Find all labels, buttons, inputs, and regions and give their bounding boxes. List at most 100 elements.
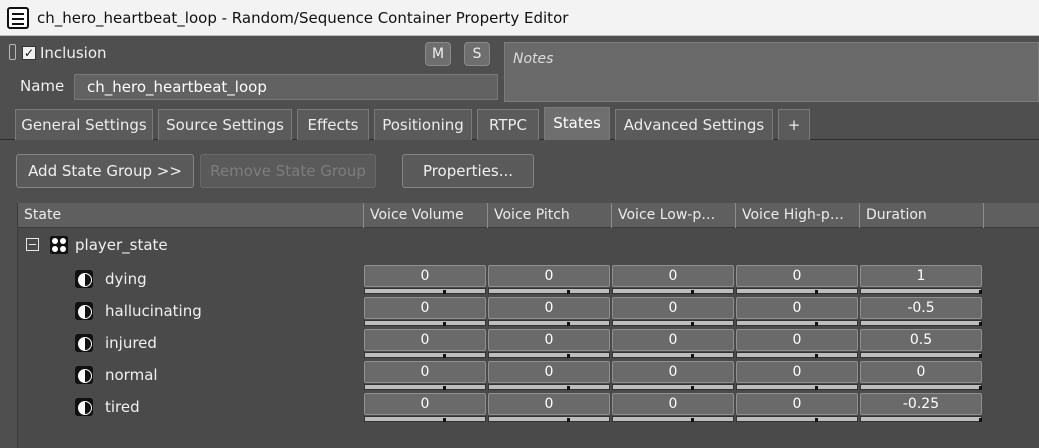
state-row[interactable]: tired 0 0 0 0 -0.25: [18, 392, 1039, 424]
slider-thumb[interactable]: [815, 386, 818, 390]
voice-pitch-slider[interactable]: [488, 384, 610, 390]
slider-thumb[interactable]: [815, 354, 818, 358]
solo-button[interactable]: S: [464, 42, 490, 66]
voice-volume-cell[interactable]: 0: [364, 329, 486, 351]
slider-thumb[interactable]: [443, 322, 446, 326]
slider-thumb[interactable]: [443, 386, 446, 390]
tab-states[interactable]: States: [544, 107, 610, 140]
voice-pitch-cell[interactable]: 0: [488, 297, 610, 319]
voice-high-pass-cell[interactable]: 0: [736, 265, 858, 287]
slider-thumb[interactable]: [443, 290, 446, 294]
voice-volume-slider[interactable]: [364, 288, 486, 294]
voice-low-pass-slider[interactable]: [612, 384, 734, 390]
voice-low-pass-slider[interactable]: [612, 416, 734, 422]
column-voice-pitch[interactable]: Voice Pitch: [488, 203, 612, 228]
voice-pitch-cell[interactable]: 0: [488, 329, 610, 351]
slider-thumb[interactable]: [815, 322, 818, 326]
voice-high-pass-cell[interactable]: 0: [736, 393, 858, 415]
column-state[interactable]: State: [18, 203, 364, 228]
slider-thumb[interactable]: [815, 290, 818, 294]
voice-low-pass-cell[interactable]: 0: [612, 361, 734, 383]
voice-pitch-slider[interactable]: [488, 352, 610, 358]
duration-slider[interactable]: [860, 384, 982, 390]
column-voice-volume[interactable]: Voice Volume: [364, 203, 488, 228]
slider-thumb[interactable]: [979, 418, 982, 422]
duration-slider[interactable]: [860, 320, 982, 326]
duration-slider[interactable]: [860, 288, 982, 294]
slider-thumb[interactable]: [979, 354, 982, 358]
voice-pitch-cell[interactable]: 0: [488, 265, 610, 287]
voice-high-pass-slider[interactable]: [736, 352, 858, 358]
tab-add[interactable]: +: [778, 109, 810, 140]
slider-thumb[interactable]: [691, 386, 694, 390]
slider-thumb[interactable]: [691, 290, 694, 294]
mute-button[interactable]: M: [425, 42, 451, 66]
tab-effects[interactable]: Effects: [297, 109, 369, 140]
slider-thumb[interactable]: [691, 418, 694, 422]
voice-volume-cell[interactable]: 0: [364, 297, 486, 319]
voice-pitch-slider[interactable]: [488, 416, 610, 422]
voice-low-pass-slider[interactable]: [612, 320, 734, 326]
slider-thumb[interactable]: [979, 290, 982, 294]
voice-volume-cell[interactable]: 0: [364, 265, 486, 287]
name-field[interactable]: ch_hero_heartbeat_loop: [74, 74, 498, 100]
voice-high-pass-cell[interactable]: 0: [736, 361, 858, 383]
slider-thumb[interactable]: [691, 322, 694, 326]
state-row[interactable]: dying 0 0 0 0 1: [18, 264, 1039, 296]
drag-handle-icon[interactable]: [9, 44, 16, 60]
slider-thumb[interactable]: [567, 386, 570, 390]
voice-high-pass-cell[interactable]: 0: [736, 297, 858, 319]
voice-pitch-cell[interactable]: 0: [488, 393, 610, 415]
tab-source-settings[interactable]: Source Settings: [158, 109, 292, 140]
tab-advanced-settings[interactable]: Advanced Settings: [615, 109, 773, 140]
slider-thumb[interactable]: [567, 354, 570, 358]
voice-low-pass-cell[interactable]: 0: [612, 297, 734, 319]
duration-cell[interactable]: -0.25: [860, 393, 982, 415]
duration-slider[interactable]: [860, 352, 982, 358]
voice-pitch-slider[interactable]: [488, 288, 610, 294]
tab-general-settings[interactable]: General Settings: [15, 109, 153, 140]
duration-cell[interactable]: 0: [860, 361, 982, 383]
duration-slider[interactable]: [860, 416, 982, 422]
voice-high-pass-cell[interactable]: 0: [736, 329, 858, 351]
column-duration[interactable]: Duration: [860, 203, 984, 228]
slider-thumb[interactable]: [815, 418, 818, 422]
column-voice-high-pass[interactable]: Voice High-p…: [736, 203, 860, 228]
slider-thumb[interactable]: [567, 290, 570, 294]
slider-thumb[interactable]: [443, 354, 446, 358]
voice-low-pass-slider[interactable]: [612, 288, 734, 294]
duration-cell[interactable]: 1: [860, 265, 982, 287]
tab-positioning[interactable]: Positioning: [374, 109, 472, 140]
state-row[interactable]: injured 0 0 0 0 0.5: [18, 328, 1039, 360]
tab-rtpc[interactable]: RTPC: [477, 109, 539, 140]
add-state-group-button[interactable]: Add State Group >>: [16, 154, 194, 188]
slider-thumb[interactable]: [979, 386, 982, 390]
voice-volume-slider[interactable]: [364, 320, 486, 326]
voice-high-pass-slider[interactable]: [736, 320, 858, 326]
voice-volume-slider[interactable]: [364, 416, 486, 422]
duration-cell[interactable]: 0.5: [860, 329, 982, 351]
properties-button[interactable]: Properties...: [402, 154, 534, 188]
voice-volume-slider[interactable]: [364, 384, 486, 390]
state-row[interactable]: normal 0 0 0 0 0: [18, 360, 1039, 392]
slider-thumb[interactable]: [979, 322, 982, 326]
voice-low-pass-cell[interactable]: 0: [612, 393, 734, 415]
slider-thumb[interactable]: [567, 322, 570, 326]
voice-volume-cell[interactable]: 0: [364, 393, 486, 415]
slider-thumb[interactable]: [691, 354, 694, 358]
notes-field[interactable]: Notes: [504, 42, 1039, 102]
voice-high-pass-slider[interactable]: [736, 288, 858, 294]
column-voice-low-pass[interactable]: Voice Low-p…: [612, 203, 736, 228]
voice-pitch-slider[interactable]: [488, 320, 610, 326]
duration-cell[interactable]: -0.5: [860, 297, 982, 319]
voice-low-pass-cell[interactable]: 0: [612, 329, 734, 351]
collapse-icon[interactable]: [26, 238, 39, 251]
voice-high-pass-slider[interactable]: [736, 416, 858, 422]
slider-thumb[interactable]: [443, 418, 446, 422]
voice-pitch-cell[interactable]: 0: [488, 361, 610, 383]
voice-low-pass-cell[interactable]: 0: [612, 265, 734, 287]
voice-high-pass-slider[interactable]: [736, 384, 858, 390]
voice-volume-cell[interactable]: 0: [364, 361, 486, 383]
voice-volume-slider[interactable]: [364, 352, 486, 358]
slider-thumb[interactable]: [567, 418, 570, 422]
